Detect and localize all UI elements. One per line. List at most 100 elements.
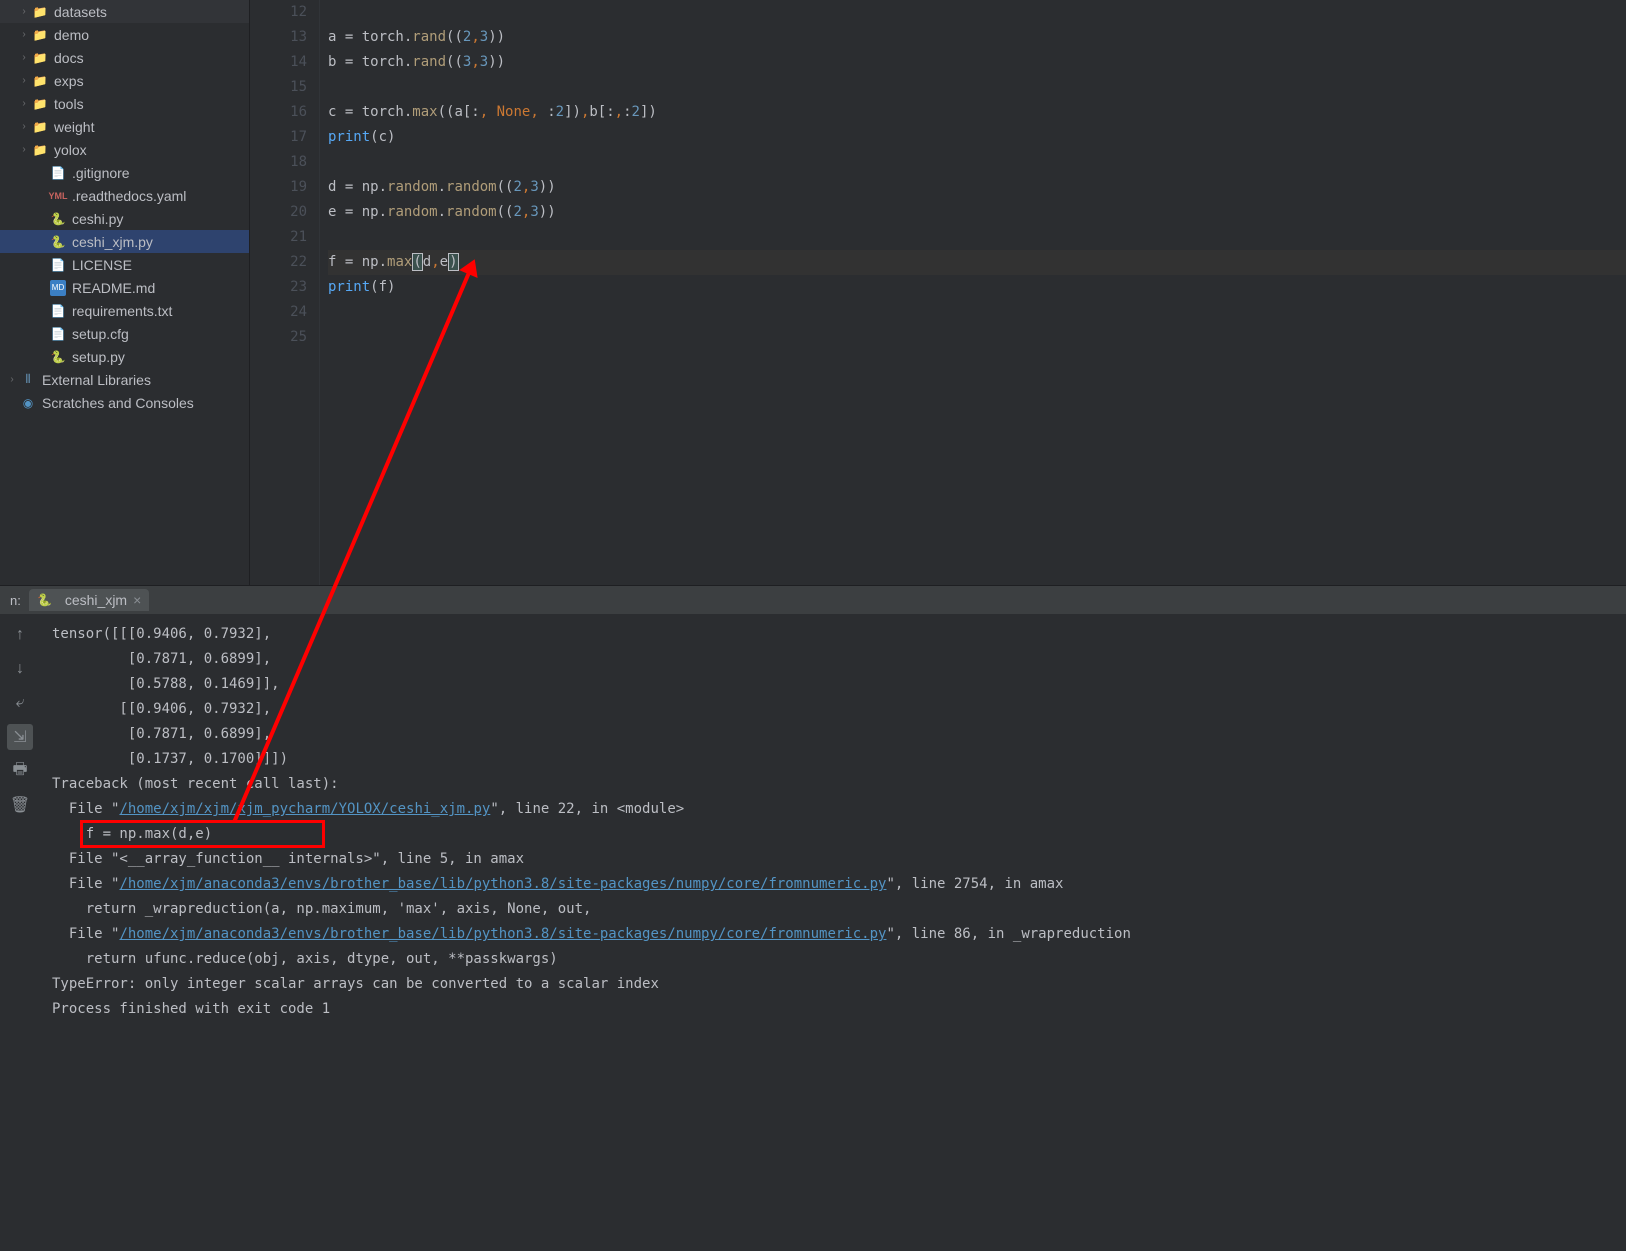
sidebar-item-setup-cfg[interactable]: 📄setup.cfg [0, 322, 249, 345]
file-icon: 📄 [50, 303, 66, 319]
scroll-icon[interactable]: ⇲ [7, 724, 33, 750]
wrap-icon[interactable]: ⤶ [7, 690, 33, 716]
sidebar-item-weight[interactable]: ›📁 weight [0, 115, 249, 138]
external-libraries[interactable]: › ⫴ External Libraries [0, 368, 249, 391]
project-sidebar[interactable]: ›📁datasets›📁demo›📁docs›📁exps›📁tools›📁wei… [0, 0, 250, 585]
file-link[interactable]: /home/xjm/anaconda3/envs/brother_base/li… [119, 876, 886, 892]
line-number[interactable]: 15 [250, 75, 307, 100]
chevron-icon: › [18, 144, 30, 155]
run-label-prefix: n: [10, 593, 29, 608]
line-number[interactable]: 18 [250, 150, 307, 175]
sidebar-item-demo[interactable]: ›📁demo [0, 23, 249, 46]
run-tab[interactable]: 🐍 ceshi_xjm × [29, 589, 149, 611]
code-line[interactable]: c = torch.max((a[:, None, :2]),b[:,:2]) [328, 100, 1626, 125]
file-link[interactable]: /home/xjm/xjm/xjm_pycharm/YOLOX/ceshi_xj… [119, 801, 490, 817]
sidebar-item-docs[interactable]: ›📁docs [0, 46, 249, 69]
run-body: ↑ ↓ ⤶ ⇲ 🖶 🗑 tensor([[[0.9406, 0.7932], [… [0, 614, 1626, 1251]
code-line[interactable]: a = torch.rand((2,3)) [328, 25, 1626, 50]
line-number[interactable]: 23 [250, 275, 307, 300]
arrow-down-icon[interactable]: ↓ [7, 656, 33, 682]
console-line: File "/home/xjm/xjm/xjm_pycharm/YOLOX/ce… [52, 797, 1614, 822]
code-editor[interactable]: a = torch.rand((2,3))b = torch.rand((3,3… [320, 0, 1626, 585]
sidebar-item-label: README.md [72, 280, 155, 296]
line-number[interactable]: 17 [250, 125, 307, 150]
code-line[interactable]: f = np.max(d,e) [328, 250, 1626, 275]
code-line[interactable] [328, 300, 1626, 325]
code-line[interactable] [328, 225, 1626, 250]
code-line[interactable] [328, 0, 1626, 25]
sidebar-item-ceshi-py[interactable]: 🐍ceshi.py [0, 207, 249, 230]
code-line[interactable]: d = np.random.random((2,3)) [328, 175, 1626, 200]
console-line: Process finished with exit code 1 [52, 997, 1614, 1022]
code-line[interactable] [328, 325, 1626, 350]
console-line: [0.1737, 0.1700]]]) [52, 747, 1614, 772]
close-icon[interactable]: × [133, 592, 141, 608]
folder-icon: 📁 [32, 50, 48, 66]
python-icon: 🐍 [37, 592, 53, 608]
sidebar-item-tools[interactable]: ›📁tools [0, 92, 249, 115]
sidebar-item--gitignore[interactable]: 📄.gitignore [0, 161, 249, 184]
code-line[interactable]: print(c) [328, 125, 1626, 150]
library-icon: ⫴ [20, 372, 36, 388]
line-number[interactable]: 19 [250, 175, 307, 200]
line-number[interactable]: 14 [250, 50, 307, 75]
file-icon: 📄 [50, 326, 66, 342]
line-number[interactable]: 25 [250, 325, 307, 350]
sidebar-item-yolox[interactable]: ›📁yolox [0, 138, 249, 161]
line-number[interactable]: 16 [250, 100, 307, 125]
editor-area: 1213141516171819202122232425 a = torch.r… [250, 0, 1626, 585]
console-line: tensor([[[0.9406, 0.7932], [52, 622, 1614, 647]
scratches-label: Scratches and Consoles [42, 395, 194, 411]
arrow-up-icon[interactable]: ↑ [7, 622, 33, 648]
scratch-icon: ◉ [20, 395, 36, 411]
sidebar-item--readthedocs-yaml[interactable]: YML.readthedocs.yaml [0, 184, 249, 207]
line-number[interactable]: 13 [250, 25, 307, 50]
code-line[interactable] [328, 75, 1626, 100]
line-number[interactable]: 24 [250, 300, 307, 325]
console-line: Traceback (most recent call last): [52, 772, 1614, 797]
chevron-icon: › [18, 121, 30, 132]
sidebar-item-label: weight [54, 119, 94, 135]
sidebar-item-setup-py[interactable]: 🐍setup.py [0, 345, 249, 368]
line-number[interactable]: 20 [250, 200, 307, 225]
file-link[interactable]: /home/xjm/anaconda3/envs/brother_base/li… [119, 926, 886, 942]
console-output[interactable]: tensor([[[0.9406, 0.7932], [0.7871, 0.68… [40, 614, 1626, 1251]
sidebar-item-label: yolox [54, 142, 87, 158]
chevron-icon: › [18, 29, 30, 40]
sidebar-item-label: .readthedocs.yaml [72, 188, 186, 204]
line-number[interactable]: 12 [250, 0, 307, 25]
python-icon: 🐍 [50, 349, 66, 365]
console-line: [[0.9406, 0.7932], [52, 697, 1614, 722]
line-gutter[interactable]: 1213141516171819202122232425 [250, 0, 320, 585]
sidebar-item-label: requirements.txt [72, 303, 172, 319]
run-toolbar: ↑ ↓ ⤶ ⇲ 🖶 🗑 [0, 614, 40, 1251]
line-number[interactable]: 22 [250, 250, 307, 275]
python-icon: 🐍 [50, 211, 66, 227]
print-icon[interactable]: 🖶 [7, 758, 33, 784]
python-icon: 🐍 [50, 234, 66, 250]
code-line[interactable]: e = np.random.random((2,3)) [328, 200, 1626, 225]
run-panel: n: 🐍 ceshi_xjm × ↑ ↓ ⤶ ⇲ 🖶 🗑 tensor([[[0… [0, 585, 1626, 1251]
sidebar-item-datasets[interactable]: ›📁datasets [0, 0, 249, 23]
sidebar-item-label: LICENSE [72, 257, 132, 273]
run-tab-name: ceshi_xjm [65, 592, 127, 608]
trash-icon[interactable]: 🗑 [7, 792, 33, 818]
sidebar-item-ceshi_xjm-py[interactable]: 🐍ceshi_xjm.py [0, 230, 249, 253]
folder-icon: 📁 [32, 96, 48, 112]
code-line[interactable]: b = torch.rand((3,3)) [328, 50, 1626, 75]
sidebar-item-README-md[interactable]: MDREADME.md [0, 276, 249, 299]
sidebar-item-label: demo [54, 27, 89, 43]
file-icon: 📄 [50, 257, 66, 273]
folder-icon: 📁 [32, 119, 48, 135]
code-line[interactable]: print(f) [328, 275, 1626, 300]
sidebar-item-LICENSE[interactable]: 📄 LICENSE [0, 253, 249, 276]
code-line[interactable] [328, 150, 1626, 175]
line-number[interactable]: 21 [250, 225, 307, 250]
sidebar-item-exps[interactable]: ›📁exps [0, 69, 249, 92]
console-line: File "/home/xjm/anaconda3/envs/brother_b… [52, 872, 1614, 897]
scratches-consoles[interactable]: ◉ Scratches and Consoles [0, 391, 249, 414]
console-line: File "<__array_function__ internals>", l… [52, 847, 1614, 872]
sidebar-item-requirements-txt[interactable]: 📄 requirements.txt [0, 299, 249, 322]
sidebar-item-label: .gitignore [72, 165, 130, 181]
console-line: return ufunc.reduce(obj, axis, dtype, ou… [52, 947, 1614, 972]
